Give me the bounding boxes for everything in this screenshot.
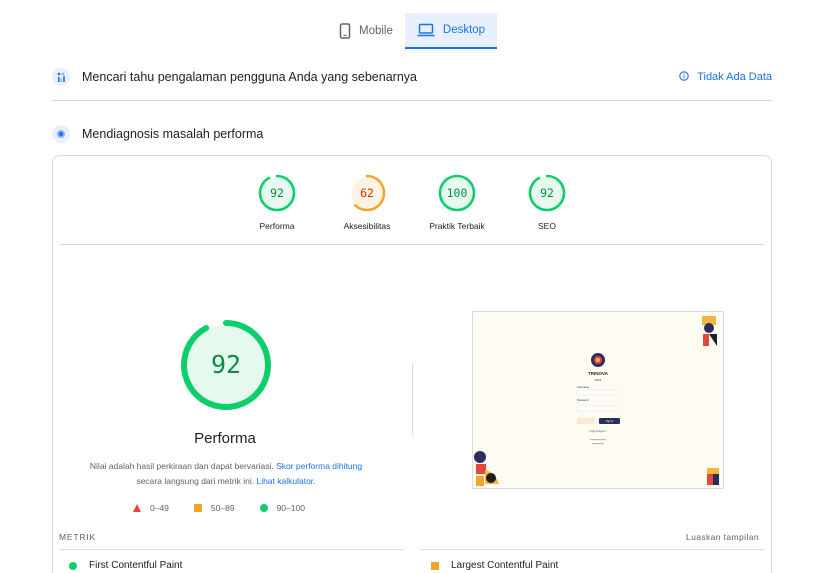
- thumb-username-label: Username: [577, 385, 590, 389]
- gauge-ring: 92: [258, 174, 296, 212]
- section-divider: [52, 100, 772, 101]
- report-card: 92 Performa 62 Aksesibilitas 100 Praktik Terb…: [52, 155, 772, 573]
- device-tabs: Mobile Desktop: [327, 13, 498, 49]
- gauge-score: 62: [360, 186, 374, 200]
- performance-score: 92: [210, 350, 242, 379]
- laptop-icon: [417, 23, 435, 37]
- circle-icon: [259, 504, 268, 512]
- no-data-label: Tidak Ada Data: [697, 71, 772, 83]
- gauge-label: Performa: [259, 221, 295, 231]
- bottom-right-decoration: [707, 468, 719, 485]
- gauge-aksesibilitas[interactable]: 62 Aksesibilitas: [322, 174, 412, 231]
- legend-fail: 0–49: [133, 503, 169, 513]
- gauge-label: Praktik Terbaik: [429, 221, 485, 231]
- triangle-icon: [133, 504, 141, 512]
- thumb-password-label: Password: [577, 398, 589, 402]
- thumb-subtitle: 2016: [595, 378, 602, 382]
- tab-mobile[interactable]: Mobile: [327, 13, 405, 49]
- metric-first-contentful-paint: First Contentful Paint: [69, 560, 182, 571]
- tab-mobile-label: Mobile: [359, 25, 393, 37]
- metric-largest-contentful-paint: Largest Contentful Paint: [431, 560, 558, 571]
- score-legend: 0–49 50–89 90–100: [133, 503, 330, 513]
- gauge-score: 92: [270, 186, 284, 200]
- gauge-praktik-terbaik[interactable]: 100 Praktik Terbaik: [412, 174, 502, 231]
- gauge-score: 100: [446, 186, 468, 200]
- performance-gauge: 92: [180, 319, 272, 411]
- screenshot-image: TRINOVA 2016 Username Password Sign In L…: [473, 312, 723, 488]
- diagnose-section: Mendiagnosis masalah performa: [52, 123, 772, 145]
- info-icon: [679, 70, 689, 84]
- thumb-brand: TRINOVA: [588, 371, 609, 376]
- legend-pass: 90–100: [259, 503, 305, 513]
- performance-title: Performa: [194, 430, 256, 447]
- category-gauges: 92 Performa 62 Aksesibilitas 100 Praktik Terb…: [53, 174, 771, 231]
- users-chart-icon: [52, 68, 70, 86]
- field-data-title: Mencari tahu pengalaman pengguna Anda ya…: [82, 70, 417, 84]
- vertical-divider: [412, 363, 413, 435]
- page-screenshot-thumbnail[interactable]: TRINOVA 2016 Username Password Sign In L…: [472, 311, 724, 489]
- score-calc-link[interactable]: Skor performa dihitung: [276, 461, 362, 471]
- tab-desktop-label: Desktop: [442, 24, 486, 36]
- gauge-label: SEO: [538, 221, 556, 231]
- gauge-ring: 62: [348, 174, 386, 212]
- no-data-link[interactable]: Tidak Ada Data: [679, 70, 772, 84]
- metrics-divider-right: [421, 549, 765, 550]
- expand-view-toggle[interactable]: Luaskan tampilan: [686, 532, 759, 542]
- smartphone-icon: [339, 23, 351, 39]
- legend-average-label: 50–89: [210, 503, 235, 513]
- metric-label: First Contentful Paint: [89, 560, 183, 571]
- calculator-link[interactable]: Lihat kalkulator: [256, 476, 313, 486]
- desc-text: Nilai adalah hasil perkiraan dan dapat b…: [89, 461, 277, 471]
- legend-fail-label: 0–49: [150, 503, 169, 513]
- desc-end: .: [313, 476, 316, 486]
- thumb-link: Login Petugas ?: [589, 430, 607, 433]
- square-icon: [193, 504, 202, 512]
- gauges-divider: [59, 244, 765, 245]
- metrics-divider-left: [59, 549, 403, 550]
- gauge-performa[interactable]: 92 Performa: [232, 174, 322, 231]
- gauge-label: Aksesibilitas: [343, 221, 391, 231]
- circle-icon: [69, 561, 77, 570]
- gauge-ring: 100: [438, 174, 476, 212]
- tab-desktop[interactable]: Desktop: [404, 13, 498, 49]
- desc-text-2: secara langsung dari metrik ini.: [136, 476, 257, 486]
- gauge-ring: 92: [528, 174, 566, 212]
- gauge-seo[interactable]: 92 SEO: [502, 174, 592, 231]
- metric-label: Largest Contentful Paint: [451, 560, 559, 571]
- lab-icon: [52, 125, 70, 143]
- legend-pass-label: 90–100: [276, 503, 305, 513]
- legend-average: 50–89: [193, 503, 235, 513]
- field-data-section: Mencari tahu pengalaman pengguna Anda ya…: [52, 66, 772, 88]
- diagnose-title: Mendiagnosis masalah performa: [82, 127, 264, 141]
- performance-description: Nilai adalah hasil perkiraan dan dapat b…: [59, 459, 393, 489]
- thumb-button: Sign In: [606, 420, 614, 423]
- metrics-header: METRIK: [59, 532, 96, 542]
- gauge-score: 92: [540, 186, 554, 200]
- square-icon: [431, 561, 439, 570]
